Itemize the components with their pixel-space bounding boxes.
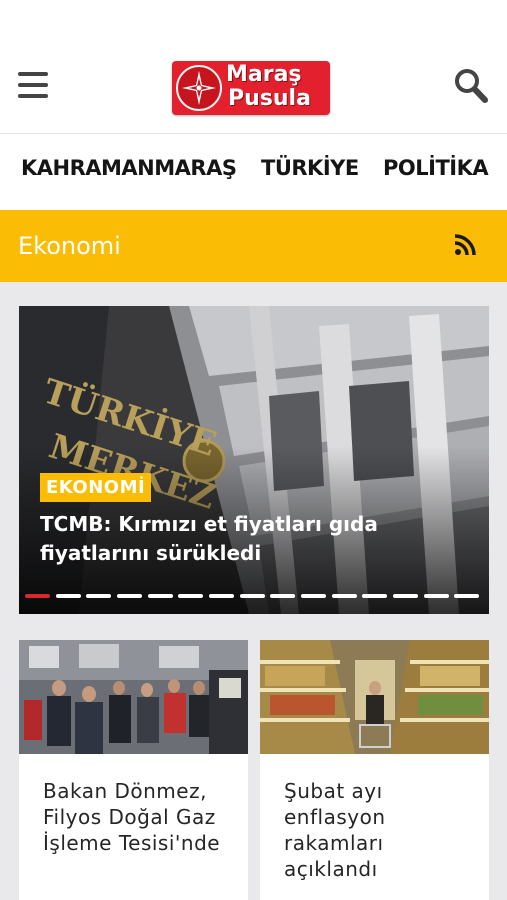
news-card[interactable]: Şubat ayı enflasyon rakamları açıklandı bbox=[260, 640, 489, 900]
pagination-dot[interactable] bbox=[209, 594, 234, 598]
news-card[interactable]: Bakan Dönmez, Filyos Doğal Gaz İşleme Te… bbox=[19, 640, 248, 900]
pagination-dot[interactable] bbox=[362, 594, 388, 598]
category-link-turkiye[interactable]: TÜRKİYE bbox=[261, 156, 359, 180]
card-photo bbox=[19, 640, 248, 754]
pagination-dot[interactable] bbox=[178, 594, 204, 598]
pagination-dot[interactable] bbox=[117, 594, 142, 598]
pagination-dot[interactable] bbox=[25, 594, 50, 598]
pagination-dot[interactable] bbox=[270, 594, 296, 598]
headline-slider[interactable]: TÜRKİYE MERKEZ EKONOMİ TCMB: Kırmızı et … bbox=[19, 306, 489, 614]
category-badge[interactable]: EKONOMİ bbox=[40, 473, 152, 502]
rss-icon[interactable] bbox=[454, 234, 476, 256]
pagination-dot[interactable] bbox=[423, 594, 449, 598]
section-title: Ekonomi bbox=[18, 232, 121, 260]
category-nav: KAHRAMANMARAŞ TÜRKİYE POLİTİKA bbox=[0, 134, 507, 210]
compass-star-icon bbox=[176, 65, 222, 111]
hamburger-icon[interactable] bbox=[18, 72, 48, 100]
section-header: Ekonomi bbox=[0, 210, 507, 282]
category-link-politika[interactable]: POLİTİKA bbox=[383, 156, 489, 180]
slider-pagination bbox=[25, 594, 485, 598]
search-icon[interactable] bbox=[454, 68, 488, 104]
site-logo[interactable]: Maraş Pusula bbox=[172, 61, 330, 115]
pagination-dot[interactable] bbox=[301, 594, 326, 598]
slide-headline[interactable]: TCMB: Kırmızı et fiyatları gıda fiyatlar… bbox=[40, 510, 460, 568]
pagination-dot[interactable] bbox=[393, 594, 418, 598]
category-link-kahramanmaras[interactable]: KAHRAMANMARAŞ bbox=[21, 156, 237, 180]
pagination-dot[interactable] bbox=[454, 594, 480, 598]
card-photo bbox=[260, 640, 489, 754]
site-header: Maraş Pusula bbox=[0, 42, 507, 134]
pagination-dot[interactable] bbox=[147, 594, 173, 598]
pagination-dot[interactable] bbox=[331, 594, 357, 598]
pagination-dot[interactable] bbox=[86, 594, 112, 598]
logo-line-2: Pusula bbox=[228, 86, 311, 111]
status-bar bbox=[0, 0, 507, 42]
card-title[interactable]: Şubat ayı enflasyon rakamları açıklandı bbox=[284, 778, 474, 882]
card-title[interactable]: Bakan Dönmez, Filyos Doğal Gaz İşleme Te… bbox=[43, 778, 233, 856]
logo-line-1: Maraş bbox=[226, 62, 302, 87]
pagination-dot[interactable] bbox=[55, 594, 81, 598]
pagination-dot[interactable] bbox=[239, 594, 265, 598]
